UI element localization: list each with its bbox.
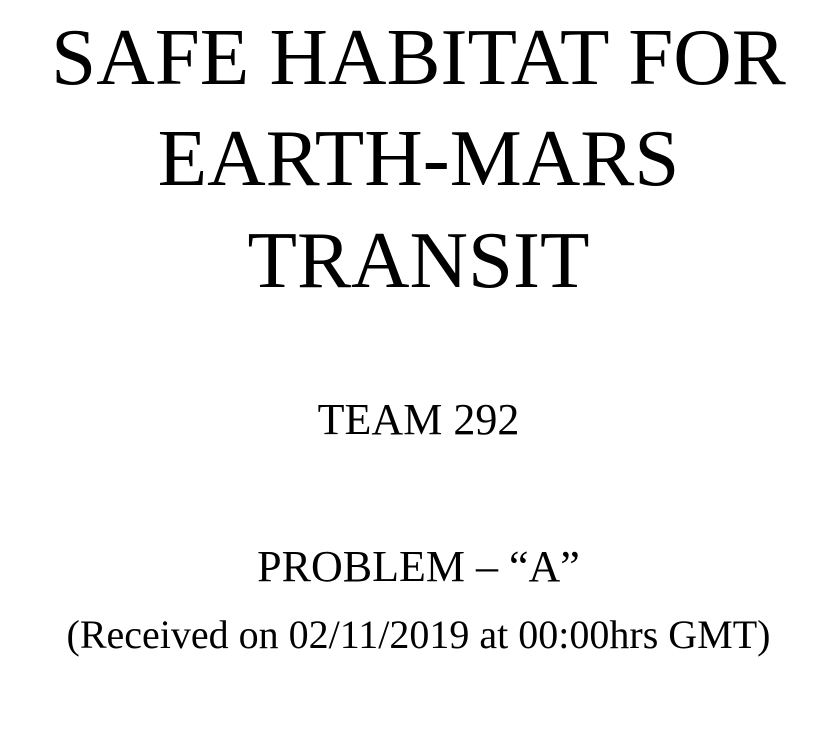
document-page: SAFE HABITAT FOR EARTH-MARS TRANSIT TEAM… [0,0,837,738]
team-number: TEAM 292 [317,395,520,444]
title-line-1: SAFE HABITAT FOR [51,12,786,102]
received-timestamp: (Received on 02/11/2019 at 00:00hrs GMT) [66,612,771,657]
title-line-3: TRANSIT [247,215,590,305]
problem-label: PROBLEM – “A” [257,542,580,591]
title-line-2: EARTH-MARS [157,113,680,203]
